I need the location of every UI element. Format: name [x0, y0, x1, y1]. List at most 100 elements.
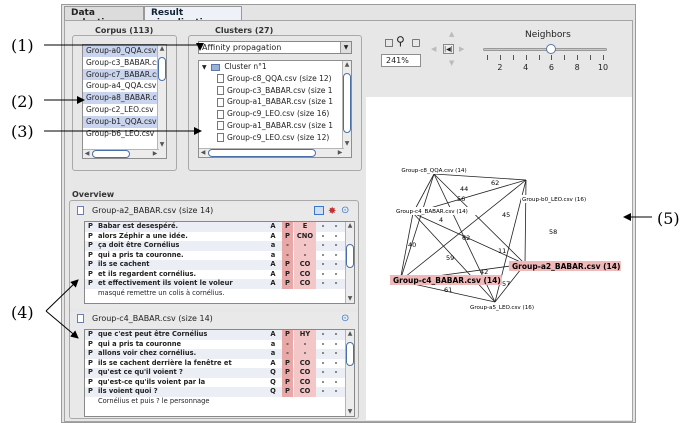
table-cell: P — [88, 269, 93, 278]
corpus-list[interactable]: Group-a0_QQA.csv Group-c3_BABAR.csv Group-… — [82, 44, 167, 159]
table-row[interactable]: Pils se cachent derrière la fenêtre et A P… — [85, 358, 354, 368]
corpus-hscroll-thumb[interactable] — [92, 150, 130, 158]
corpus-item[interactable]: Group-c2_LEO.csv — [83, 104, 166, 116]
table-row[interactable]: Pet ils regardent cornélius. A P CO - - — [85, 269, 354, 279]
edge-weight-label: 4 — [439, 216, 443, 224]
cluster-tree[interactable]: ▼ Cluster n°1 Group-c8_QQA.csv (size 12)… — [198, 60, 352, 158]
table-cell: - — [334, 222, 338, 230]
cluster-hscroll-thumb[interactable] — [208, 149, 316, 157]
table-row[interactable]: Pqui a pris ta couronne a - - - - — [85, 339, 354, 349]
corpus-item[interactable]: Group-c3_BABAR.csv — [83, 57, 166, 69]
graph-node[interactable]: Group-b0_LEO.csv (16) — [521, 195, 596, 203]
pan-down-icon[interactable]: ▼ — [449, 59, 454, 67]
table-row[interactable]: Palors Zéphir a une idée. A P CNO - - — [85, 231, 354, 241]
graph-panel[interactable]: 44 62 56 45 4 62 58 40 59 11 42 61 57 Group-c8_QQA.c… — [366, 97, 632, 420]
scroll-down-icon[interactable]: ▼ — [343, 140, 351, 148]
corpus-vscroll-thumb[interactable] — [158, 57, 166, 81]
tab-data-selection[interactable]: Data selection — [64, 6, 144, 28]
table-row[interactable]: Pqui a pris ta couronne. a - - - - — [85, 250, 354, 260]
table-row[interactable]: Pet effectivement ils voient le voleur A P… — [85, 279, 354, 289]
view-icon[interactable]: ⊙ — [341, 312, 349, 326]
graph-node-highlighted[interactable]: Group-c4_BABAR.csv (14) — [390, 275, 502, 285]
table-cell: alors Zéphir a une idée. — [98, 231, 188, 240]
table-row[interactable]: Pqu'est-ce qu'ils voient par la Q P CO - - — [85, 377, 354, 387]
corpus-item[interactable]: Group-b6_LEO.csv — [83, 128, 166, 140]
table-row[interactable]: P Babar est desespéré. A P E - - — [85, 222, 354, 232]
annotate-icon[interactable]: ✸ — [328, 205, 336, 219]
neighbors-slider-thumb[interactable] — [546, 44, 557, 54]
table-row[interactable]: Pça doit être Cornélius a - - - - — [85, 241, 354, 251]
table-cell: - — [321, 260, 325, 268]
zoom-field[interactable]: 241% — [381, 54, 421, 67]
doc-table-2[interactable]: Pque c'est peut être Cornélius A P HY - - Pqui… — [84, 329, 355, 417]
graph-node[interactable]: Group-c8_QQA.csv (14) — [396, 166, 472, 174]
algorithm-value: Affinity propagation — [202, 43, 282, 52]
doc-table-1[interactable]: P Babar est desespéré. A P E - - Palors Zéphir … — [84, 221, 355, 304]
scroll-right-icon[interactable]: ▶ — [336, 149, 344, 157]
table-row[interactable]: Pque c'est peut être Cornélius A P HY - - — [85, 330, 354, 340]
corpus-item[interactable]: Group-a0_QQA.csv — [83, 45, 166, 57]
scroll-down-icon[interactable]: ▼ — [346, 295, 354, 303]
search-icon[interactable]: ⚲ — [396, 34, 405, 48]
fit-view-icon[interactable] — [385, 39, 393, 47]
scroll-left-icon[interactable]: ◀ — [199, 149, 207, 157]
scroll-left-icon[interactable]: ◀ — [83, 150, 91, 158]
graph-node-highlighted[interactable]: Group-a2_BABAR.csv (14) — [509, 261, 621, 271]
cluster-file-item[interactable]: Group-c9_LEO.csv (size 16) — [199, 108, 351, 120]
corpus-hscroll[interactable]: ◀ ▶ — [83, 149, 159, 158]
cluster-file-item[interactable]: Group-a1_BABAR.csv (size 1 — [199, 120, 351, 132]
corpus-vscroll[interactable]: ▲ ▼ — [157, 45, 166, 158]
cluster-file-item[interactable]: Group-c3_BABAR.csv (size 1 — [199, 85, 351, 97]
layout-icon[interactable] — [314, 206, 324, 215]
cluster-node[interactable]: ▼ Cluster n°1 — [199, 61, 351, 73]
cluster-file-item[interactable]: Group-a1_BABAR.csv (size 1 — [199, 96, 351, 108]
pan-center-icon[interactable]: |◀| — [443, 44, 454, 54]
clusters-group: Affinity propagation ▼ ▼ Cluster n°1 Gro… — [188, 35, 362, 171]
cluster-graph[interactable]: 44 62 56 45 4 62 58 40 59 11 42 61 57 Group-c8_QQA.c… — [366, 97, 632, 420]
scroll-down-icon[interactable]: ▼ — [158, 141, 166, 149]
cluster-vscroll[interactable]: ▲ ▼ — [342, 61, 351, 157]
graph-node[interactable]: Group-a5_LEO.csv (16) — [469, 303, 544, 311]
doc-vscroll-2[interactable]: ▲ ▼ — [345, 330, 354, 416]
scroll-down-icon[interactable]: ▼ — [346, 408, 354, 416]
graph-node[interactable]: Group-c4_BABAR.csv (14) — [395, 207, 477, 215]
cluster-vscroll-thumb[interactable] — [343, 73, 351, 133]
tab-result-visualization[interactable]: Result visualization — [144, 6, 242, 28]
algorithm-select[interactable]: Affinity propagation ▼ — [198, 41, 352, 54]
neighbors-slider-track[interactable] — [483, 48, 607, 51]
scroll-up-icon[interactable]: ▲ — [158, 45, 166, 53]
table-cell: CO — [294, 368, 316, 378]
expand-icon[interactable]: ▼ — [202, 64, 207, 71]
table-row[interactable]: Pils voient quoi ? Q P CO - - — [85, 387, 354, 397]
chevron-down-icon[interactable]: ▼ — [340, 42, 351, 53]
scroll-up-icon[interactable]: ▲ — [343, 61, 351, 69]
corpus-item[interactable]: Group-b1_QQA.csv — [83, 115, 166, 128]
pan-left-icon[interactable]: ◀ — [431, 45, 436, 53]
corpus-item[interactable]: Group-c7_BABAR.csv — [83, 68, 166, 81]
cluster-file-item[interactable]: Group-c9_LEO.csv (size 12) — [199, 132, 351, 144]
pan-right-icon[interactable]: ▶ — [459, 45, 464, 53]
doc-vscroll-1[interactable]: ▲ ▼ — [345, 222, 354, 303]
table-cell: qu'est-ce qu'ils voient par la — [98, 377, 206, 386]
cluster-files: Group-c8_QQA.csv (size 12) Group-c3_BABAR… — [199, 73, 351, 144]
scroll-right-icon[interactable]: ▶ — [151, 150, 159, 158]
table-row[interactable]: Cornélius et puis ? le personnage — [85, 397, 354, 407]
export-icon[interactable] — [412, 39, 420, 47]
scroll-up-icon[interactable]: ▲ — [346, 222, 354, 230]
corpus-item[interactable]: Group-a4_QQA.csv — [83, 80, 166, 92]
table-cell: - — [294, 250, 316, 260]
doc-vscroll-thumb-1[interactable] — [346, 244, 354, 268]
cluster-hscroll[interactable]: ◀ ▶ — [199, 148, 344, 157]
table-row[interactable]: Pils se cachent A P CO - - — [85, 260, 354, 270]
table-cell: P — [88, 250, 93, 259]
view-icon[interactable]: ⊙ — [341, 204, 349, 218]
corpus-item[interactable]: Group-a8_BABAR.csv — [83, 92, 166, 104]
table-cell: HY — [294, 330, 316, 340]
doc-vscroll-thumb-2[interactable] — [346, 342, 354, 366]
table-row[interactable]: Pallons voir chez cornélius. a - - - - — [85, 349, 354, 359]
scroll-up-icon[interactable]: ▲ — [346, 330, 354, 338]
cluster-file-item[interactable]: Group-c8_QQA.csv (size 12) — [199, 73, 351, 85]
pan-up-icon[interactable]: ▲ — [449, 30, 454, 38]
table-row[interactable]: masqué remettre un colis à cornélius. — [85, 289, 354, 299]
table-row[interactable]: Pqu'est ce qu'il voient ? Q P CO - - — [85, 368, 354, 378]
